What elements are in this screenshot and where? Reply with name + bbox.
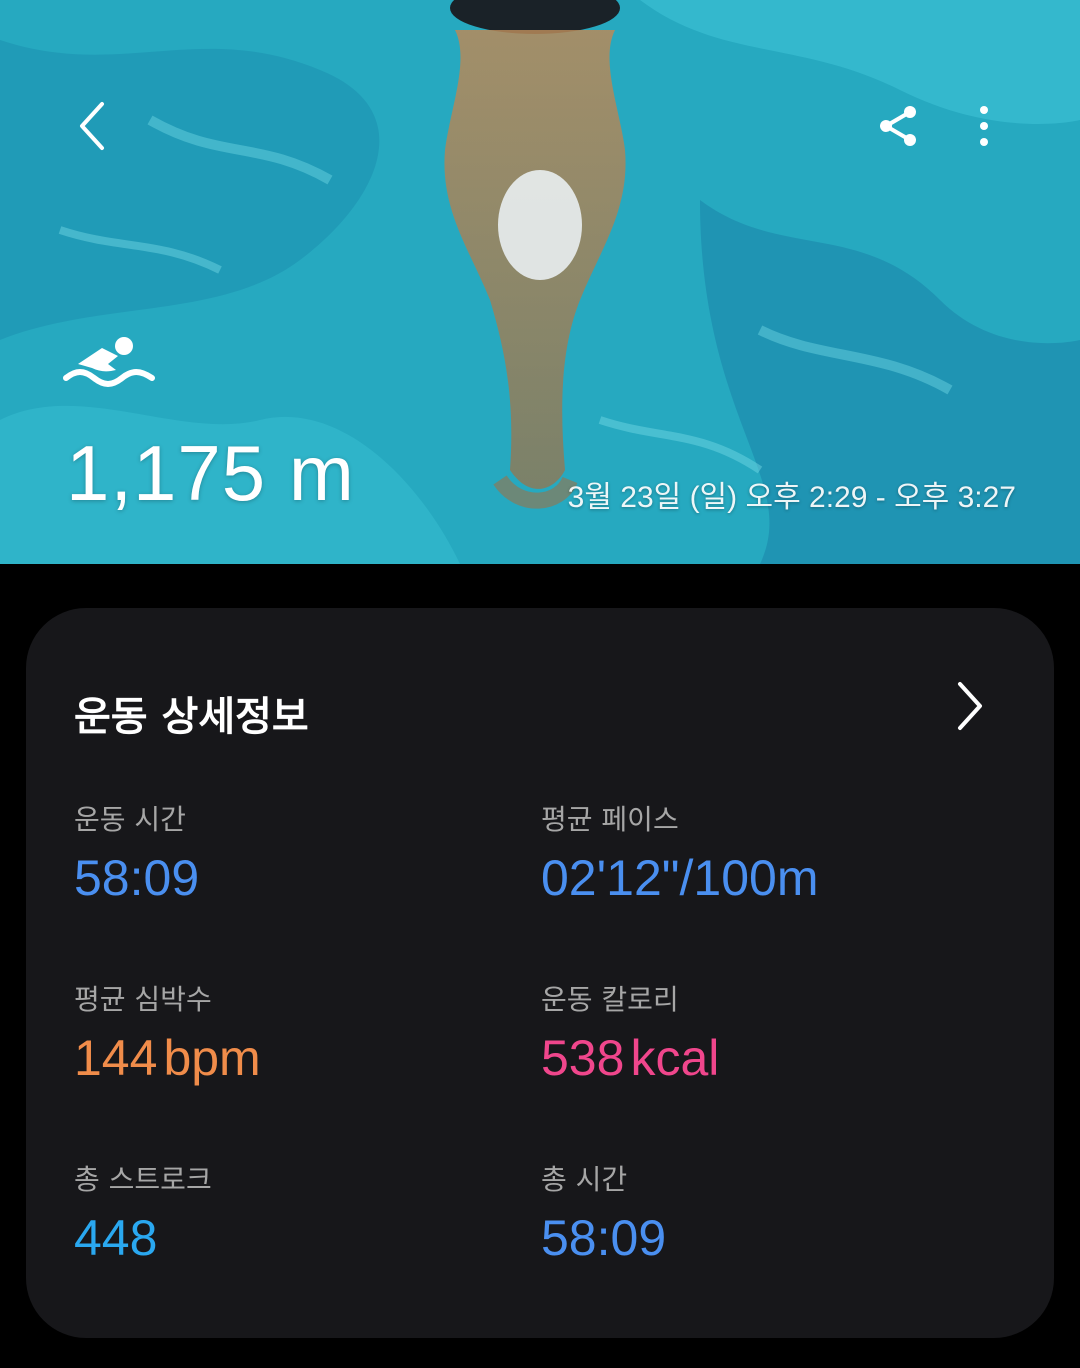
- stat-average-heart-rate: 평균 심박수 144 bpm: [74, 980, 514, 1086]
- stat-unit: bpm: [163, 1030, 261, 1086]
- back-button[interactable]: [60, 94, 124, 158]
- stat-total-strokes: 총 스트로크 448: [74, 1160, 514, 1266]
- total-distance: 1,175 m: [66, 429, 355, 517]
- share-icon: [880, 106, 916, 146]
- stat-label: 총 스트로크: [74, 1163, 212, 1196]
- stat-workout-time: 운동 시간 58:09: [74, 800, 514, 906]
- workout-hero-image: 1,175 m 3월 23일 (일) 오후 2:29 - 오후 3:27: [0, 0, 1080, 564]
- stat-value: 538 kcal: [541, 1030, 981, 1086]
- workout-details-card: 운동 상세정보 운동 시간 58:09 평균 페이스 02'12"/100m 평…: [26, 608, 1054, 1338]
- workout-datetime: 3월 23일 (일) 오후 2:29 - 오후 3:27: [567, 481, 1016, 514]
- stat-calories: 운동 칼로리 538 kcal: [541, 980, 981, 1086]
- stat-number: 58:09: [541, 1210, 667, 1266]
- stat-number: 58:09: [74, 850, 200, 906]
- share-button[interactable]: [866, 94, 930, 158]
- stat-label: 평균 심박수: [74, 983, 212, 1016]
- stat-value: 448: [74, 1210, 514, 1266]
- stat-label: 운동 시간: [74, 803, 186, 836]
- stat-number: 02'12"/100m: [541, 850, 819, 906]
- stat-label: 평균 페이스: [541, 803, 679, 836]
- stat-value: 58:09: [74, 850, 514, 906]
- stat-total-time: 총 시간 58:09: [541, 1160, 981, 1266]
- stat-average-pace: 평균 페이스 02'12"/100m: [541, 800, 981, 906]
- stat-number: 538: [541, 1030, 625, 1086]
- stat-label: 운동 칼로리: [541, 983, 679, 1016]
- chevron-left-icon: [80, 102, 104, 150]
- stat-number: 448: [74, 1210, 158, 1266]
- stat-value: 58:09: [541, 1210, 981, 1266]
- stat-value: 02'12"/100m: [541, 850, 981, 906]
- swimming-icon: [63, 337, 155, 387]
- more-vertical-icon: [980, 106, 988, 146]
- chevron-right-icon: [958, 682, 982, 730]
- details-open-button[interactable]: [938, 674, 1002, 738]
- stat-label: 총 시간: [541, 1163, 628, 1196]
- more-options-button[interactable]: [952, 94, 1016, 158]
- stat-value: 144 bpm: [74, 1030, 514, 1086]
- stat-unit: kcal: [630, 1030, 720, 1086]
- card-title: 운동 상세정보: [74, 694, 309, 740]
- stat-number: 144: [74, 1030, 158, 1086]
- workout-details-header[interactable]: 운동 상세정보: [74, 674, 1006, 740]
